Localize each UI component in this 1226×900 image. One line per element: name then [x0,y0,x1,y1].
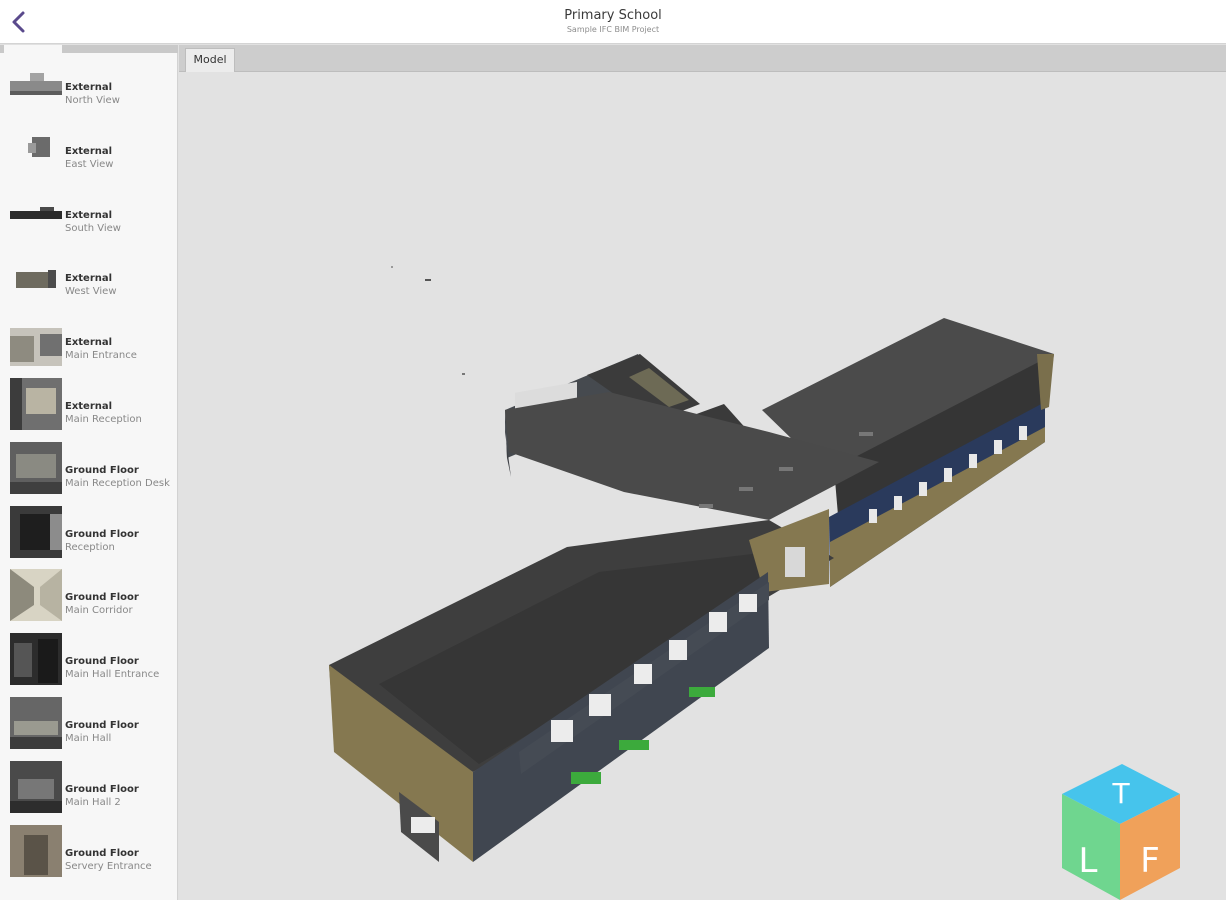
app-window: Primary School Sample IFC BIM Project Ex… [0,0,1226,900]
view-item-west[interactable]: External West View [0,244,178,308]
view-category: Ground Floor [65,528,139,540]
view-tab-bar: Model [179,45,1226,72]
view-category: External [65,209,113,221]
sidebar-active-tab[interactable] [4,45,62,53]
view-thumbnail [10,441,62,494]
view-category: Ground Floor [65,847,139,859]
view-name: Main Entrance [65,350,137,362]
view-name: Main Reception Desk [65,477,170,489]
logo-letter-l: L [1079,841,1098,881]
view-category: External [65,145,113,157]
view-thumbnail [10,122,62,175]
view-item-north[interactable]: External North View [0,53,178,117]
view-category: External [65,400,113,412]
tab-model[interactable]: Model [185,48,235,72]
tlf-logo: T L F [1058,760,1184,900]
sidebar-tab-strip [0,45,178,53]
view-category: Ground Floor [65,592,139,604]
view-thumbnail [10,633,62,686]
view-name: East View [65,158,114,170]
view-thumbnail [10,186,62,239]
view-category: Ground Floor [65,464,139,476]
view-item-main-hall[interactable]: Ground Floor Main Hall [0,691,178,755]
view-name: North View [65,95,120,106]
view-category: External [65,82,113,93]
view-item-main-entrance[interactable]: External Main Entrance [0,308,178,372]
logo-letter-f: F [1140,841,1160,881]
view-thumbnail [10,760,62,813]
view-name: Main Hall Entrance [65,669,160,681]
view-thumbnail [10,824,62,877]
view-thumbnail [10,59,62,111]
view-name: Main Corridor [65,605,133,617]
view-name: West View [65,286,117,298]
view-thumbnail [10,250,62,303]
views-sidebar: External North View External East View E… [0,45,178,900]
view-category: External [65,337,113,349]
view-item-servery-entrance[interactable]: Ground Floor Servery Entrance [0,819,178,883]
page-title: Primary School [564,8,662,23]
view-thumbnail [10,696,62,749]
view-item-reception[interactable]: Ground Floor Reception [0,500,178,564]
view-item-main-hall-entrance[interactable]: Ground Floor Main Hall Entrance [0,627,178,691]
view-item-main-hall-2[interactable]: Ground Floor Main Hall 2 [0,755,178,819]
view-item-east[interactable]: External East View [0,117,178,181]
view-item-main-corridor[interactable]: Ground Floor Main Corridor [0,563,178,627]
view-item-main-reception[interactable]: External Main Reception [0,372,178,436]
view-category: Ground Floor [65,783,139,795]
view-name: South View [65,222,121,234]
view-name: Reception [65,541,115,553]
view-name: Servery Entrance [65,860,152,872]
view-category: Ground Floor [65,656,139,668]
view-thumbnail [10,505,62,558]
page-subtitle: Sample IFC BIM Project [566,25,660,34]
view-list: External North View External East View E… [0,53,178,882]
view-category: External [65,273,113,285]
view-thumbnail [10,314,62,367]
logo-letter-t: T [1111,777,1130,810]
view-name: Main Hall [65,732,112,744]
view-name: Main Reception [65,413,142,425]
view-name: Main Hall 2 [65,796,121,808]
view-thumbnail [10,569,62,622]
view-item-south[interactable]: External South View [0,181,178,245]
view-item-main-reception-desk[interactable]: Ground Floor Main Reception Desk [0,436,178,500]
header-bar: Primary School Sample IFC BIM Project [0,0,1226,44]
view-thumbnail [10,377,62,430]
view-category: Ground Floor [65,719,139,731]
